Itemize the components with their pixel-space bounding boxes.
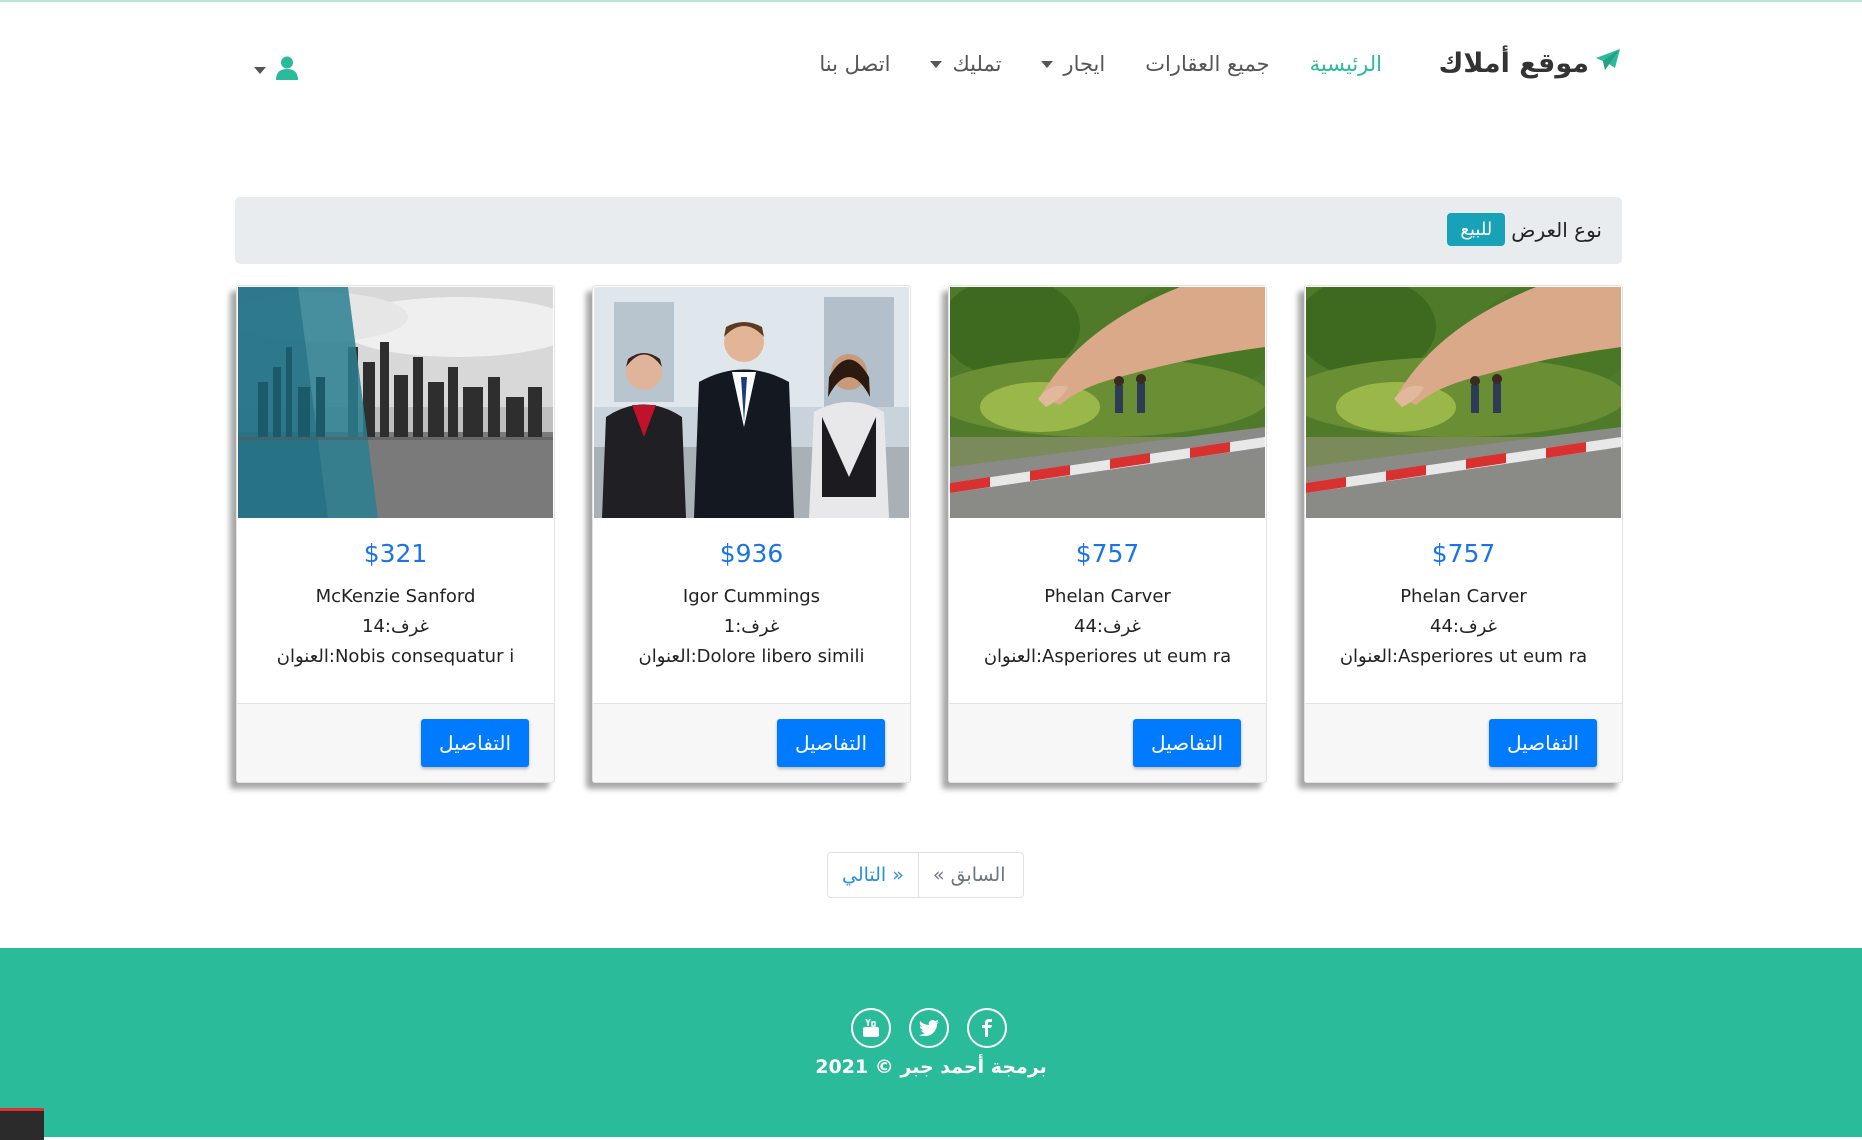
twitter-icon[interactable] xyxy=(909,1008,949,1048)
card-address: العنوان:Dolore libero simili xyxy=(638,646,865,667)
card-footer: التفاصيل xyxy=(593,703,910,782)
nav-ownership-label: تمليك xyxy=(952,52,1002,76)
card-price: $936 xyxy=(719,539,784,568)
card-owner-name: Phelan Carver xyxy=(1400,586,1527,607)
offer-type-badge[interactable]: للبيع xyxy=(1447,213,1506,246)
card-footer: التفاصيل xyxy=(1305,703,1622,782)
card-price: $321 xyxy=(363,539,428,568)
offer-type-label: نوع العرض xyxy=(1511,217,1602,242)
facebook-icon[interactable] xyxy=(967,1008,1007,1048)
nav-all-properties-label: جميع العقارات xyxy=(1145,52,1270,76)
navbar: موقع أملاك الرئيسية جميع العقارات ايجار … xyxy=(0,0,1862,140)
nav-all-properties[interactable]: جميع العقارات xyxy=(1145,52,1269,76)
card-address: العنوان:Asperiores ut eum ra xyxy=(983,646,1232,667)
card-owner-name: Phelan Carver xyxy=(1044,586,1171,607)
card-price: $757 xyxy=(1431,539,1496,568)
copyright-text: برمجة أحمد جبر © 2021 xyxy=(815,1056,1047,1078)
hand-road-photo xyxy=(1306,287,1621,518)
previous-page-link[interactable]: « السابق xyxy=(918,852,1024,898)
card-rooms: غرف:1 xyxy=(723,616,780,637)
details-button[interactable]: التفاصيل xyxy=(1489,719,1597,767)
user-icon xyxy=(276,56,298,84)
nav-rent-label: ايجار xyxy=(1063,52,1106,76)
card-address: العنوان:Nobis consequatur i xyxy=(276,646,515,667)
card-footer: التفاصيل xyxy=(237,703,554,782)
paper-plane-icon xyxy=(1595,48,1621,79)
card-owner-name: Igor Cummings xyxy=(682,586,821,607)
property-card: $757 Phelan Carver غرف:44 العنوان:Asperi… xyxy=(1304,285,1623,783)
footer: برمجة أحمد جبر © 2021 xyxy=(0,948,1862,1137)
nav-contact[interactable]: اتصل بنا xyxy=(819,52,890,76)
nav-home-label: الرئيسية xyxy=(1309,52,1382,76)
caret-down-icon xyxy=(1041,60,1054,68)
hand-road-photo xyxy=(950,287,1265,518)
laravel-debug-icon[interactable] xyxy=(0,1108,44,1140)
brand-logo[interactable]: موقع أملاك xyxy=(1439,48,1621,79)
card-owner-name: McKenzie Sanford xyxy=(315,586,476,607)
details-button[interactable]: التفاصيل xyxy=(777,719,885,767)
city-skyline-photo xyxy=(238,287,553,518)
nav-ownership-dropdown[interactable]: تمليك xyxy=(930,52,1001,76)
property-card: $321 McKenzie Sanford غرف:14 العنوان:Nob… xyxy=(236,285,555,783)
card-address: العنوان:Asperiores ut eum ra xyxy=(1339,646,1588,667)
pagination: التالي » « السابق xyxy=(827,852,1024,898)
card-rooms: غرف:44 xyxy=(1074,616,1141,637)
property-card: $757 Phelan Carver غرف:44 العنوان:Asperi… xyxy=(948,285,1267,783)
social-links xyxy=(851,1008,1007,1048)
property-card: $936 Igor Cummings غرف:1 العنوان:Dolore … xyxy=(592,285,911,783)
user-menu-dropdown[interactable] xyxy=(254,56,298,84)
nav-links: الرئيسية جميع العقارات ايجار تمليك اتصل … xyxy=(819,52,1382,76)
details-button[interactable]: التفاصيل xyxy=(1133,719,1241,767)
youtube-icon[interactable] xyxy=(851,1008,891,1048)
card-price: $757 xyxy=(1075,539,1140,568)
caret-down-icon xyxy=(930,60,943,68)
filter-bar: نوع العرض للبيع xyxy=(235,197,1622,264)
nav-rent-dropdown[interactable]: ايجار xyxy=(1041,52,1105,76)
next-page-link[interactable]: التالي » xyxy=(827,852,919,898)
card-rooms: غرف:14 xyxy=(362,616,429,637)
caret-down-icon xyxy=(254,66,266,74)
details-button[interactable]: التفاصيل xyxy=(421,719,529,767)
nav-home[interactable]: الرئيسية xyxy=(1310,52,1382,76)
nav-contact-label: اتصل بنا xyxy=(819,52,891,76)
brand-name: موقع أملاك xyxy=(1438,48,1589,79)
business-people-photo xyxy=(594,287,909,518)
card-rooms: غرف:44 xyxy=(1430,616,1497,637)
card-footer: التفاصيل xyxy=(949,703,1266,782)
